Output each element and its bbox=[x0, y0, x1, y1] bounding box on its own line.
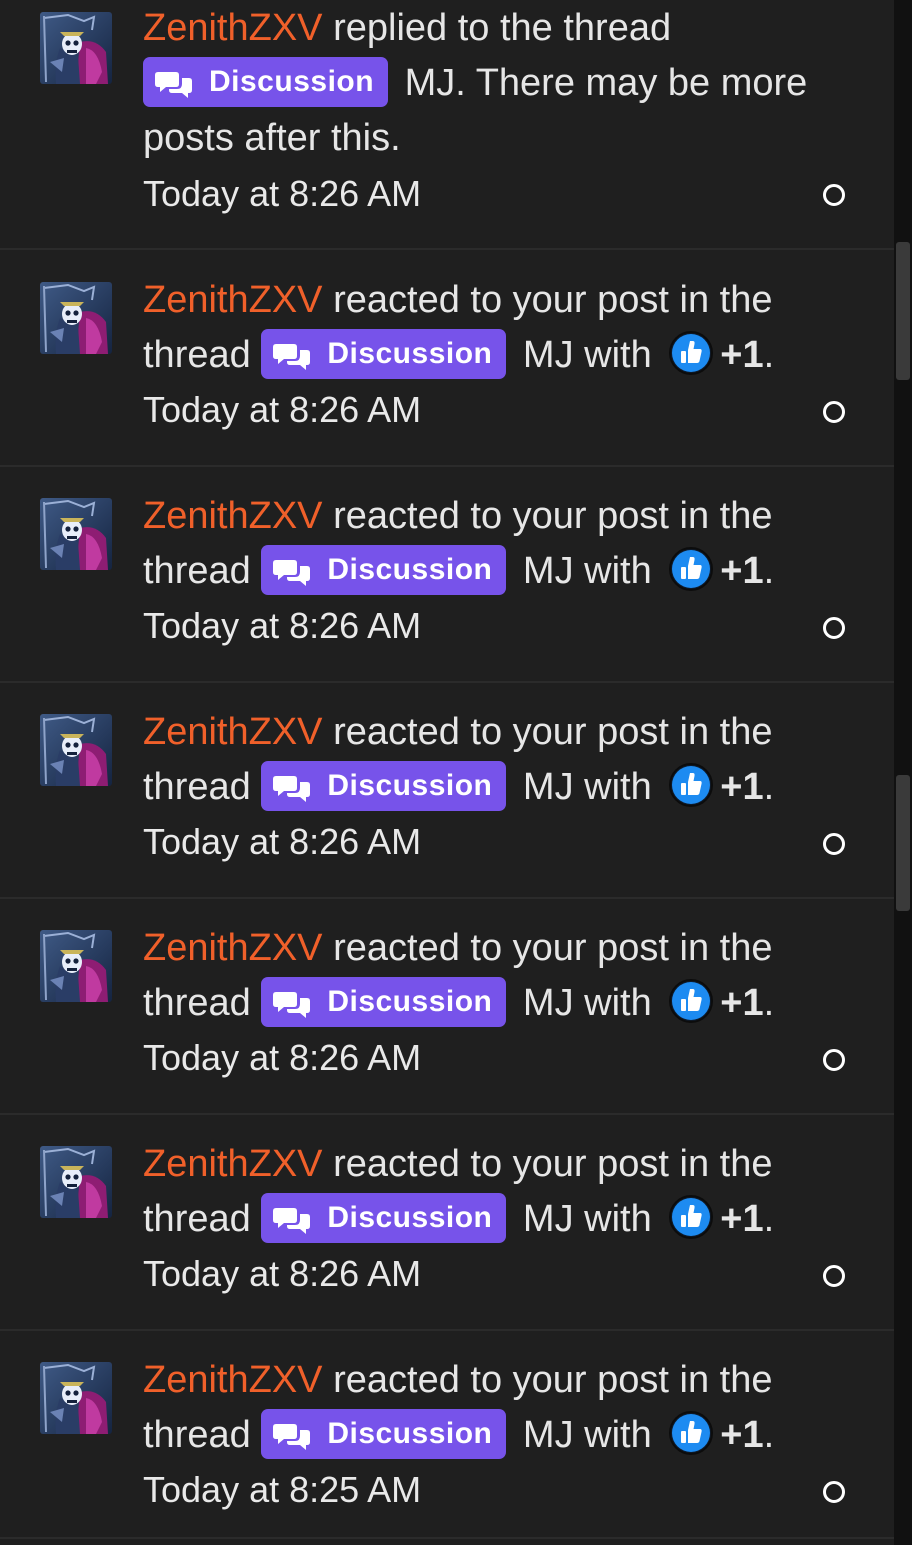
username-link[interactable]: ZenithZXV bbox=[143, 495, 323, 537]
scrollbar-thumb[interactable] bbox=[896, 242, 910, 380]
thread-prefix-badge[interactable]: Discussion bbox=[143, 56, 389, 107]
username-link[interactable]: ZenithZXV bbox=[143, 1143, 323, 1185]
thread-prefix-badge[interactable]: Discussion bbox=[261, 1192, 507, 1243]
reaction-value: +1 bbox=[720, 982, 764, 1024]
thread-prefix-badge[interactable]: Discussion bbox=[261, 328, 507, 379]
alert-timestamp: Today at 8:26 AM bbox=[143, 389, 422, 430]
reaction-end: . bbox=[763, 550, 775, 592]
thread-title-link[interactable]: MJ with bbox=[512, 550, 662, 592]
username-link[interactable]: ZenithZXV bbox=[143, 1359, 323, 1401]
alert-timestamp: Today at 8:26 AM bbox=[143, 173, 422, 214]
chat-bubbles-icon bbox=[273, 554, 311, 587]
avatar[interactable] bbox=[40, 930, 112, 1002]
mark-read-toggle[interactable] bbox=[823, 833, 845, 855]
reaction-end: . bbox=[763, 1414, 775, 1456]
thumbs-up-icon bbox=[668, 330, 714, 376]
chat-bubbles-icon bbox=[273, 1418, 311, 1451]
mark-read-toggle[interactable] bbox=[823, 184, 845, 206]
prefix-label: Discussion bbox=[327, 552, 493, 586]
alert-list: ZenithZXV replied to the thread Discussi… bbox=[0, 0, 894, 1545]
scrollbar[interactable] bbox=[894, 0, 912, 1545]
chat-bubbles-icon bbox=[273, 986, 311, 1019]
thread-prefix-badge[interactable]: Discussion bbox=[261, 544, 507, 595]
alert-text: ZenithZXV reacted to your post in the th… bbox=[143, 489, 823, 599]
alert-item[interactable]: ZenithZXV reacted to your post in the th… bbox=[0, 1330, 894, 1539]
alert-item[interactable]: ZenithZXV replied to the thread Discussi… bbox=[0, 0, 894, 250]
thread-title-link[interactable]: MJ with bbox=[512, 982, 662, 1024]
alert-text: ZenithZXV reacted to your post in the th… bbox=[143, 1353, 823, 1463]
alert-text: ZenithZXV replied to the thread Discussi… bbox=[143, 1, 823, 166]
thread-title-link[interactable]: MJ with bbox=[512, 766, 662, 808]
alert-item[interactable]: ZenithZXV reacted to your post in the th… bbox=[0, 898, 894, 1115]
thumbs-up-icon bbox=[668, 1410, 714, 1456]
prefix-label: Discussion bbox=[327, 768, 493, 802]
reaction-end: . bbox=[763, 1198, 775, 1240]
prefix-label: Discussion bbox=[327, 1200, 493, 1234]
thumbs-up-icon bbox=[668, 546, 714, 592]
thread-prefix-badge[interactable]: Discussion bbox=[261, 760, 507, 811]
mark-read-toggle[interactable] bbox=[823, 1049, 845, 1071]
chat-bubbles-icon bbox=[273, 770, 311, 803]
avatar[interactable] bbox=[40, 498, 112, 570]
avatar[interactable] bbox=[40, 1362, 112, 1434]
avatar[interactable] bbox=[40, 714, 112, 786]
reaction-end: . bbox=[763, 766, 775, 808]
alert-timestamp: Today at 8:26 AM bbox=[143, 1253, 422, 1294]
username-link[interactable]: ZenithZXV bbox=[143, 279, 323, 321]
thread-prefix-badge[interactable]: Discussion bbox=[261, 1408, 507, 1459]
prefix-label: Discussion bbox=[327, 984, 493, 1018]
alert-text: ZenithZXV reacted to your post in the th… bbox=[143, 921, 823, 1031]
thread-title-link[interactable]: MJ with bbox=[512, 1198, 662, 1240]
reaction-end: . bbox=[763, 982, 775, 1024]
reaction-value: +1 bbox=[720, 1198, 764, 1240]
reaction-value: +1 bbox=[720, 334, 764, 376]
reaction-value: +1 bbox=[720, 550, 764, 592]
alert-item[interactable]: ZenithZXV reacted to your post in the th… bbox=[0, 250, 894, 467]
reaction-value: +1 bbox=[720, 766, 764, 808]
alert-item[interactable]: ZenithZXV reacted to your post in the th… bbox=[0, 682, 894, 899]
thread-title-link[interactable]: MJ with bbox=[512, 334, 662, 376]
alert-text: ZenithZXV reacted to your post in the th… bbox=[143, 1137, 823, 1247]
username-link[interactable]: ZenithZXV bbox=[143, 711, 323, 753]
thread-title-link[interactable]: MJ with bbox=[512, 1414, 662, 1456]
scrollbar-thumb[interactable] bbox=[896, 775, 910, 911]
chat-bubbles-icon bbox=[155, 66, 193, 99]
avatar[interactable] bbox=[40, 1146, 112, 1218]
avatar[interactable] bbox=[40, 12, 112, 84]
prefix-label: Discussion bbox=[209, 64, 375, 98]
mark-read-toggle[interactable] bbox=[823, 617, 845, 639]
chat-bubbles-icon bbox=[273, 1202, 311, 1235]
prefix-label: Discussion bbox=[327, 1416, 493, 1450]
username-link[interactable]: ZenithZXV bbox=[143, 927, 323, 969]
mark-read-toggle[interactable] bbox=[823, 401, 845, 423]
thumbs-up-icon bbox=[668, 762, 714, 808]
username-link[interactable]: ZenithZXV bbox=[143, 7, 323, 49]
chat-bubbles-icon bbox=[273, 338, 311, 371]
alert-text: ZenithZXV reacted to your post in the th… bbox=[143, 705, 823, 815]
alert-timestamp: Today at 8:26 AM bbox=[143, 821, 422, 862]
alert-item[interactable]: ZenithZXV reacted to your post in the th… bbox=[0, 1114, 894, 1331]
prefix-label: Discussion bbox=[327, 336, 493, 370]
alert-timestamp: Today at 8:26 AM bbox=[143, 1037, 422, 1078]
avatar[interactable] bbox=[40, 282, 112, 354]
alert-item[interactable]: ZenithZXV reacted to your post in the th… bbox=[0, 466, 894, 683]
reaction-end: . bbox=[763, 334, 775, 376]
alert-text: ZenithZXV reacted to your post in the th… bbox=[143, 273, 823, 383]
thumbs-up-icon bbox=[668, 978, 714, 1024]
thumbs-up-icon bbox=[668, 1194, 714, 1240]
alert-action-text: replied to the thread bbox=[322, 7, 672, 49]
alert-timestamp: Today at 8:25 AM bbox=[143, 1469, 422, 1510]
mark-read-toggle[interactable] bbox=[823, 1265, 845, 1287]
mark-read-toggle[interactable] bbox=[823, 1481, 845, 1503]
reaction-value: +1 bbox=[720, 1414, 764, 1456]
alert-timestamp: Today at 8:26 AM bbox=[143, 605, 422, 646]
thread-prefix-badge[interactable]: Discussion bbox=[261, 976, 507, 1027]
